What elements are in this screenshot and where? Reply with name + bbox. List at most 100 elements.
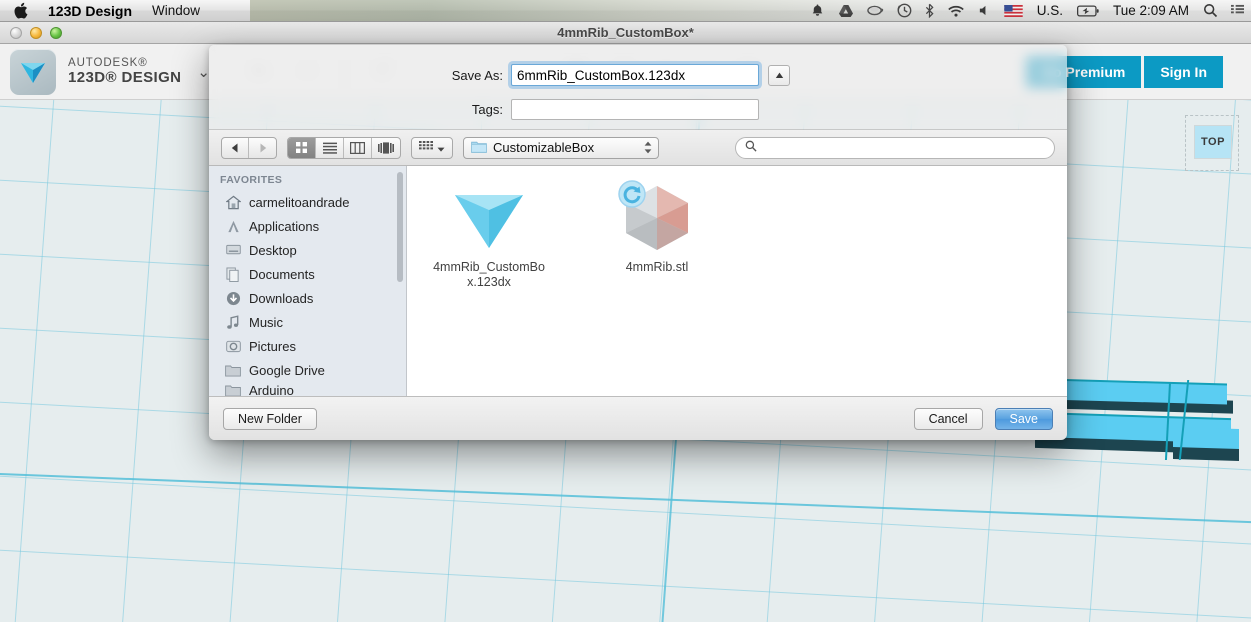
bluetooth-icon[interactable] — [925, 3, 934, 18]
sidebar-item-arduino[interactable]: Arduino — [209, 382, 406, 396]
home-icon — [225, 194, 241, 210]
file-grid: 4mmRib_CustomBox.123dx 4mmRib.stl — [407, 180, 1067, 291]
sign-in-button[interactable]: Sign In — [1144, 55, 1223, 88]
volume-icon[interactable] — [978, 4, 991, 17]
view-cube-top-face[interactable]: TOP — [1194, 125, 1232, 159]
downloads-icon — [225, 290, 241, 306]
sidebar-item-label: Desktop — [249, 242, 297, 258]
save-dialog-header: Save As: Tags: — [209, 45, 1067, 130]
battery-icon[interactable] — [1076, 5, 1099, 17]
bell-icon[interactable] — [810, 3, 825, 18]
app-brand: AUTODESK® 123D® DESIGN ⌄ — [0, 48, 210, 95]
stl-file-icon — [618, 180, 694, 252]
footer-actions: Cancel Save — [913, 407, 1053, 430]
sidebar-item-label: Music — [249, 314, 283, 330]
view-mode-segmented-control[interactable] — [287, 136, 401, 159]
us-flag-icon[interactable] — [1003, 4, 1023, 17]
sidebar-item-label: Downloads — [249, 290, 314, 306]
sidebar-item-downloads[interactable]: Downloads — [209, 286, 406, 310]
column-view-icon[interactable] — [344, 137, 372, 158]
sidebar-item-google-drive[interactable]: Google Drive — [209, 358, 406, 382]
folder-icon — [471, 140, 487, 156]
arrange-grid-icon — [419, 140, 433, 155]
menubar-app-name[interactable]: 123D Design — [48, 3, 132, 19]
window-title: 4mmRib_CustomBox* — [557, 25, 694, 40]
forward-arrow-icon[interactable] — [249, 138, 276, 158]
file-name-label: 4mmRib_CustomBox.123dx — [433, 260, 545, 290]
music-note-icon — [225, 314, 241, 330]
sidebar-item-label: carmelitoandrade — [249, 194, 350, 210]
chevron-down-icon — [437, 140, 445, 155]
spotlight-search-icon[interactable] — [1203, 3, 1218, 18]
documents-icon — [225, 266, 241, 282]
notification-center-icon[interactable] — [1231, 4, 1244, 17]
window-titlebar: 4mmRib_CustomBox* — [0, 22, 1251, 44]
dialog-sidebar[interactable]: FAVORITES carmelitoandrade Applications … — [209, 166, 407, 396]
coverflow-view-icon[interactable] — [372, 138, 400, 158]
sidebar-item-music[interactable]: Music — [209, 310, 406, 334]
nav-buttons[interactable] — [221, 136, 277, 159]
save-as-label: Save As: — [451, 67, 503, 83]
new-folder-button[interactable]: New Folder — [223, 407, 317, 430]
sidebar-item-label: Google Drive — [249, 362, 325, 378]
brand-line-123d: 123D® DESIGN — [68, 68, 182, 86]
location-name: CustomizableBox — [493, 140, 595, 155]
menubar-clock[interactable]: Tue 2:09 AM — [1113, 3, 1189, 18]
save-button[interactable]: Save — [994, 407, 1053, 430]
view-cube[interactable]: TOP — [1185, 115, 1241, 177]
file-item-stl[interactable]: 4mmRib.stl — [601, 180, 713, 291]
tags-row: Tags: — [209, 99, 1067, 120]
autodesk-123d-logo — [10, 48, 56, 95]
sidebar-item-desktop[interactable]: Desktop — [209, 238, 406, 262]
save-dialog[interactable]: Save As: Tags: — [209, 45, 1067, 440]
applications-icon — [225, 218, 241, 234]
sidebar-item-label: Applications — [249, 218, 320, 234]
disclosure-triangle-up-icon[interactable] — [768, 64, 790, 86]
sidebar-item-pictures[interactable]: Pictures — [209, 334, 406, 358]
wifi-icon[interactable] — [947, 4, 965, 18]
tags-input[interactable] — [511, 99, 759, 120]
brand-line-autodesk: AUTODESK® — [68, 57, 148, 70]
sidebar-scrollbar[interactable] — [397, 172, 403, 282]
sidebar-item-label: Documents — [249, 266, 315, 282]
menubar-status-area: U.S. Tue 2:09 AM — [810, 3, 1251, 18]
file-browser-pane[interactable]: 4mmRib_CustomBox.123dx 4mmRib.stl — [407, 166, 1067, 396]
refresh-badge-icon — [618, 180, 646, 211]
desktop-icon — [225, 242, 241, 258]
tags-label: Tags: — [471, 102, 503, 117]
folder-icon — [225, 382, 241, 396]
icon-view-icon[interactable] — [288, 137, 316, 158]
input-source-label[interactable]: U.S. — [1037, 3, 1063, 18]
back-arrow-icon[interactable] — [222, 137, 249, 158]
sidebar-item-label: Arduino — [249, 382, 294, 397]
menu-window[interactable]: Window — [152, 3, 200, 18]
camera-icon — [225, 338, 241, 354]
list-view-icon[interactable] — [316, 137, 344, 158]
folder-icon — [225, 362, 241, 378]
dialog-search-field[interactable] — [735, 136, 1055, 159]
sidebar-item-carmelitoandrade[interactable]: carmelitoandrade — [209, 190, 406, 214]
save-as-row: Save As: — [209, 64, 1067, 86]
mac-menu-bar: 123D Design Window U.S. Tue 2:09 AM — [0, 0, 1251, 22]
search-icon — [745, 140, 757, 155]
coffee-cup-icon[interactable] — [866, 4, 884, 17]
sidebar-item-documents[interactable]: Documents — [209, 262, 406, 286]
save-dialog-body: FAVORITES carmelitoandrade Applications … — [209, 166, 1067, 396]
apple-logo-icon[interactable] — [14, 2, 28, 19]
sidebar-item-applications[interactable]: Applications — [209, 214, 406, 238]
save-as-input[interactable] — [511, 64, 759, 86]
save-dialog-toolbar: CustomizableBox — [209, 130, 1067, 166]
file-item-123dx[interactable]: 4mmRib_CustomBox.123dx — [433, 180, 545, 291]
up-down-stepper-icon[interactable] — [644, 141, 652, 154]
sidebar-section-favorites: FAVORITES — [220, 174, 283, 186]
google-drive-icon[interactable] — [838, 4, 854, 18]
location-popup-button[interactable]: CustomizableBox — [463, 136, 659, 159]
123dx-file-icon — [451, 180, 527, 252]
file-name-label: 4mmRib.stl — [625, 260, 689, 274]
save-dialog-footer: New Folder Cancel Save — [209, 396, 1067, 440]
3d-model-ribs[interactable] — [1035, 370, 1251, 500]
arrange-by-button[interactable] — [411, 136, 453, 159]
search-input[interactable] — [763, 140, 1045, 155]
time-machine-icon[interactable] — [897, 3, 912, 18]
cancel-button[interactable]: Cancel — [913, 407, 983, 430]
